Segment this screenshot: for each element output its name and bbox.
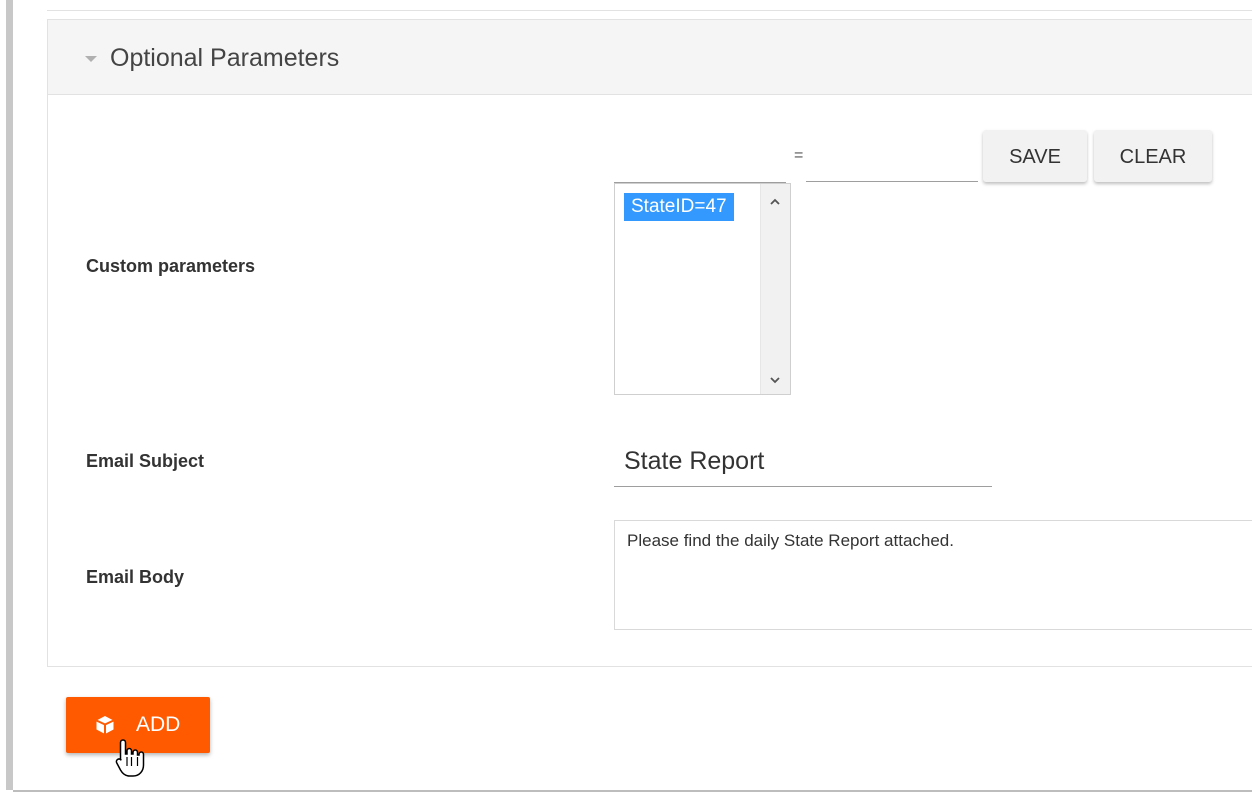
collapse-caret-icon[interactable] <box>85 56 97 62</box>
list-item[interactable]: StateID=47 <box>624 193 734 221</box>
panel-title: Optional Parameters <box>110 44 340 72</box>
left-rail <box>6 0 13 790</box>
scroll-down-icon[interactable] <box>769 374 781 386</box>
clear-button[interactable]: CLEAR <box>1094 130 1212 182</box>
email-body-label: Email Body <box>86 567 185 587</box>
panel-header[interactable]: Optional Parameters <box>48 20 1252 95</box>
scroll-up-icon[interactable] <box>769 196 781 208</box>
save-button[interactable]: SAVE <box>983 130 1087 182</box>
email-subject-input[interactable] <box>614 437 992 487</box>
cube-icon <box>96 716 114 734</box>
parameter-value-input[interactable] <box>806 140 978 182</box>
equals-sign: = <box>794 147 804 164</box>
page: Optional Parameters Custom parameters = … <box>0 0 1252 798</box>
add-button-label: ADD <box>136 713 181 736</box>
listbox-scrollbar[interactable] <box>760 184 790 394</box>
custom-parameters-label: Custom parameters <box>86 256 256 276</box>
email-subject-label: Email Subject <box>86 451 205 471</box>
email-body-textarea[interactable]: Please find the daily State Report attac… <box>614 520 1252 630</box>
add-button[interactable]: ADD <box>66 697 210 753</box>
custom-parameters-listbox[interactable]: StateID=47 <box>614 183 791 395</box>
top-divider <box>47 10 1252 11</box>
